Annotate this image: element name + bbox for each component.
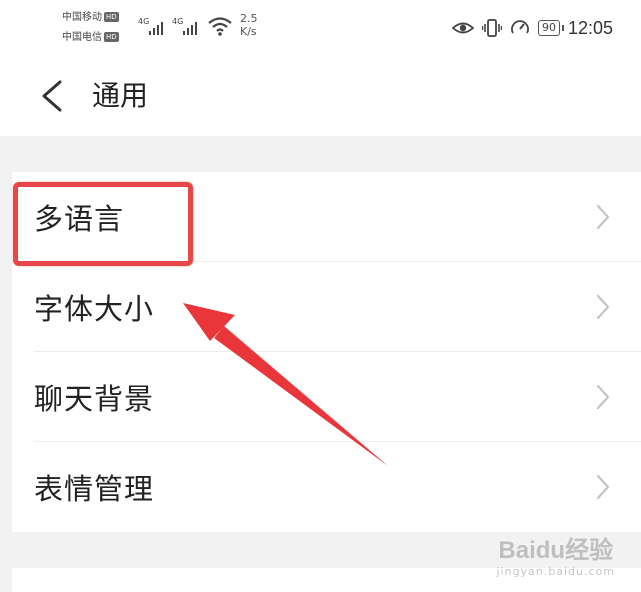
carrier-1-label: 中国移动 xyxy=(62,12,102,23)
chevron-right-icon xyxy=(596,474,610,500)
back-arrow-icon[interactable] xyxy=(36,78,72,114)
net-speed-value: 2.5 xyxy=(240,12,258,25)
header-bar: 通用 xyxy=(0,56,641,136)
signal-icon-2: 4G xyxy=(172,17,197,35)
watermark-main: Baidu经验 xyxy=(498,537,614,564)
list-item-label: 字体大小 xyxy=(34,292,155,326)
eye-icon xyxy=(451,22,474,34)
watermark: Baidu经验 jingyan.baidu.com xyxy=(496,530,615,578)
chevron-right-icon xyxy=(596,294,610,320)
signal-icon-1: 4G xyxy=(138,17,163,35)
chevron-right-icon xyxy=(596,384,610,410)
list-item-sticker-management[interactable]: 表情管理 xyxy=(12,442,641,532)
battery-icon: 90 xyxy=(537,20,564,36)
hd-badge: HD xyxy=(104,12,119,22)
wifi-icon xyxy=(208,17,232,36)
highlight-box xyxy=(13,182,193,266)
carrier-1: 中国移动 HD xyxy=(62,12,119,24)
speedometer-icon xyxy=(511,20,529,34)
status-bar: 中国移动 HD 中国电信 HD 4G 4G 2.5 K/s 90 12:05 xyxy=(0,0,641,56)
list-item-label: 聊天背景 xyxy=(34,382,155,416)
carrier-2-label: 中国电信 xyxy=(62,32,102,43)
signal-2-label: 4G xyxy=(172,17,183,26)
list-item-label: 表情管理 xyxy=(34,472,155,506)
status-right: 90 12:05 xyxy=(451,16,613,40)
signal-1-label: 4G xyxy=(138,17,149,26)
chevron-right-icon xyxy=(596,204,610,230)
clock: 12:05 xyxy=(567,17,613,38)
net-speed-unit: K/s xyxy=(240,25,257,38)
carrier-2: 中国电信 HD xyxy=(62,32,119,44)
net-speed: 2.5 K/s xyxy=(240,12,258,38)
list-item-chat-background[interactable]: 聊天背景 xyxy=(12,352,641,442)
watermark-sub: jingyan.baidu.com xyxy=(496,565,615,578)
section-gap xyxy=(0,136,641,172)
vibrate-icon xyxy=(481,19,502,37)
hd-badge-2: HD xyxy=(104,32,119,42)
list-item-font-size[interactable]: 字体大小 xyxy=(12,262,641,352)
page-title: 通用 xyxy=(92,79,149,112)
